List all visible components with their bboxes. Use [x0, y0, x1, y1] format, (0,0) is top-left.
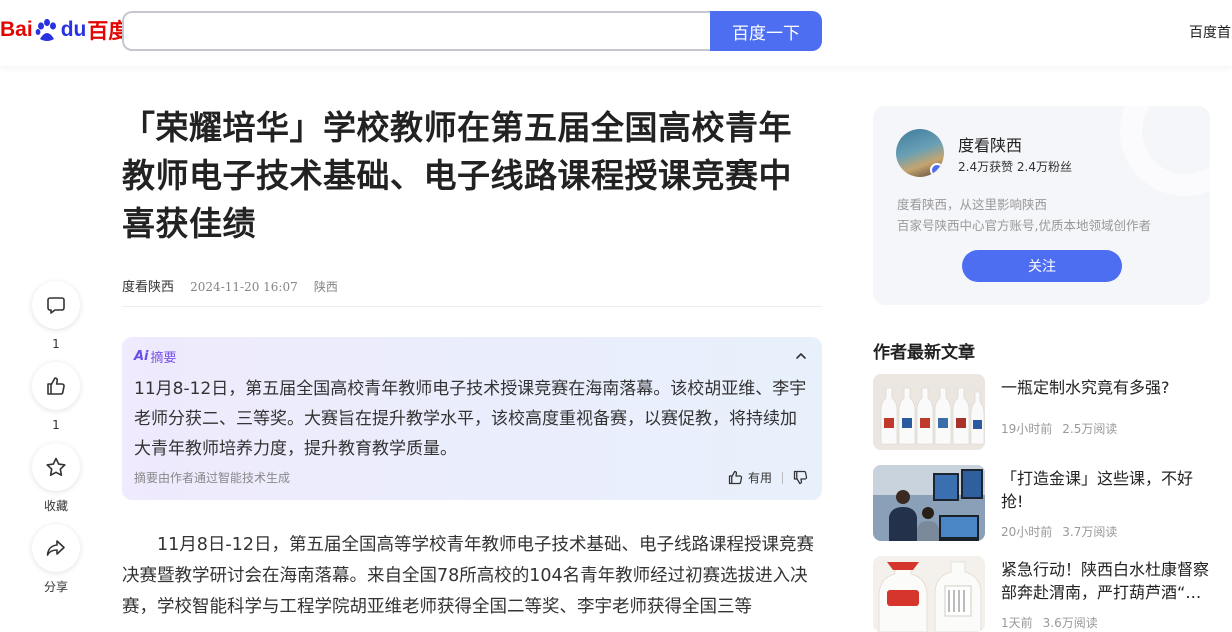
author-stats: 2.4万获赞 2.4万粉丝 [958, 160, 1072, 174]
like-button[interactable] [32, 362, 80, 410]
article-thumbnail[interactable] [873, 465, 985, 541]
thumbs-down-icon[interactable] [793, 470, 808, 485]
article-author[interactable]: 度看陕西 [122, 280, 174, 295]
follow-button[interactable]: 关注 [962, 250, 1122, 282]
baidu-logo[interactable]: Bai du 百度 [0, 12, 129, 48]
search-input[interactable] [122, 11, 714, 51]
baidu-home-link[interactable]: 百度首页 [1189, 22, 1232, 42]
article-meta: 度看陕西 2024-11-20 16:07 陕西 [122, 276, 338, 295]
useful-button[interactable]: 有用 [748, 469, 772, 486]
collect-label: 收藏 [43, 499, 68, 513]
article-actions: 1 1 收藏 分享 [32, 281, 80, 605]
recent-article-meta: 1天前 3.6万阅读 [1001, 614, 1098, 631]
comment-count: 1 [52, 337, 60, 351]
like-count: 1 [52, 418, 60, 432]
search-button[interactable]: 百度一下 [710, 11, 822, 51]
logo-text-du: du [60, 18, 87, 41]
recent-article-time: 1天前 [1001, 616, 1033, 630]
ai-summary-box: Ai 摘要 11月8-12日，第五届全国高校青年教师电子技术授课竞赛在海南落幕。… [122, 337, 822, 500]
summary-feedback: 有用 [728, 469, 808, 486]
author-name[interactable]: 度看陕西 [958, 132, 1022, 156]
ai-icon: Ai [134, 349, 149, 364]
share-action[interactable]: 分享 [32, 524, 80, 595]
recent-article-item[interactable]: 「打造金课」这些课，不好抢! 20小时前 3.7万阅读 [873, 465, 1218, 541]
comment-button[interactable] [32, 281, 80, 329]
comment-action[interactable]: 1 [32, 281, 80, 352]
logo-text-bai: Bai [0, 18, 33, 41]
summary-header: Ai 摘要 [134, 347, 810, 366]
paw-icon [35, 18, 56, 41]
recent-article-meta: 20小时前 3.7万阅读 [1001, 523, 1117, 540]
feedback-separator [782, 471, 783, 484]
comment-icon [47, 297, 65, 314]
like-action[interactable]: 1 [32, 362, 80, 433]
share-icon [46, 540, 65, 556]
top-header: Bai du 百度 百度一下 百度首页 [0, 0, 1232, 66]
recent-article-meta: 19小时前 2.5万阅读 [1001, 420, 1117, 437]
recent-article-reads: 2.5万阅读 [1062, 422, 1118, 436]
article-thumbnail[interactable] [873, 556, 985, 632]
card-decoration [1120, 106, 1210, 196]
author-desc-line2: 百家号陕西中心官方账号,优质本地领域创作者 [897, 218, 1151, 233]
article-title: 「荣耀培华」学校教师在第五届全国高校青年教师电子技术基础、电子线路课程授课竞赛中… [122, 108, 792, 243]
recent-article-title[interactable]: 紧急行动！陕西白水杜康督察部奔赴渭南，严打葫芦酒“… [1001, 558, 1213, 604]
water-bottles-image [873, 374, 985, 450]
recent-article-item[interactable]: 紧急行动！陕西白水杜康督察部奔赴渭南，严打葫芦酒“… 1天前 3.6万阅读 [873, 556, 1218, 632]
recent-article-reads: 3.6万阅读 [1042, 616, 1098, 630]
meta-divider [122, 306, 822, 307]
article-body: 11月8日-12日，第五届全国高等学校青年教师电子技术基础、电子线路课程授课竞赛… [122, 535, 814, 617]
recent-article-title[interactable]: 一瓶定制水究竟有多强? [1001, 376, 1213, 399]
recent-article-title[interactable]: 「打造金课」这些课，不好抢! [1001, 467, 1213, 513]
classroom-image [873, 465, 985, 541]
chevron-up-icon[interactable] [794, 349, 808, 363]
collect-action[interactable]: 收藏 [32, 443, 80, 514]
author-desc-line1: 度看陕西，从这里影响陕西 [897, 197, 1048, 212]
share-label: 分享 [43, 580, 68, 594]
avatar[interactable] [896, 129, 944, 177]
author-card: 度看陕西 2.4万获赞 2.4万粉丝 度看陕西，从这里影响陕西 百家号陕西中心官… [873, 106, 1210, 305]
summary-footer: 摘要由作者通过智能技术生成 [134, 471, 291, 485]
recent-article-reads: 3.7万阅读 [1062, 525, 1118, 539]
author-description: 度看陕西，从这里影响陕西 百家号陕西中心官方账号,优质本地领域创作者 [897, 194, 1197, 236]
recent-article-time: 19小时前 [1001, 422, 1053, 436]
recent-article-item[interactable]: 一瓶定制水究竟有多强? 19小时前 2.5万阅读 [873, 374, 1218, 450]
article-thumbnail[interactable] [873, 374, 985, 450]
recent-article-time: 20小时前 [1001, 525, 1053, 539]
star-icon [46, 457, 66, 476]
liquor-bottles-image [873, 556, 985, 632]
article-time: 2024-11-20 16:07 [190, 280, 298, 294]
share-button[interactable] [32, 524, 80, 572]
article-location: 陕西 [313, 280, 338, 294]
summary-label: 摘要 [150, 351, 177, 366]
verified-badge-icon [930, 163, 944, 177]
recent-articles-title: 作者最新文章 [873, 343, 975, 363]
summary-text: 11月8-12日，第五届全国高校青年教师电子技术授课竞赛在海南落幕。该校胡亚维、… [134, 379, 807, 459]
thumbs-up-icon [47, 377, 65, 395]
thumbs-up-icon[interactable] [728, 470, 743, 485]
collect-button[interactable] [32, 443, 80, 491]
